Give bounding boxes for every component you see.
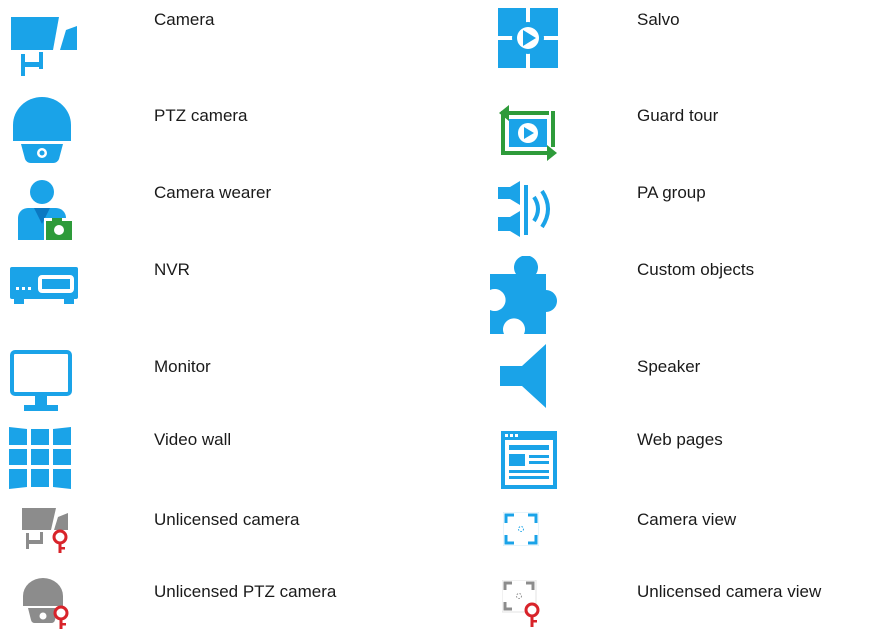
legend-label: Custom objects <box>637 260 755 279</box>
ptz-camera-icon <box>13 97 71 164</box>
legend-label: Monitor <box>154 357 211 376</box>
monitor-icon <box>10 350 72 411</box>
speaker-icon <box>500 344 546 408</box>
legend-label: Video wall <box>154 430 232 449</box>
unlicensed-ptz-camera-icon <box>23 578 69 629</box>
unlicensed-camera-view-icon <box>502 580 540 627</box>
legend-label: Camera wearer <box>154 183 272 202</box>
legend-label: Unlicensed camera <box>154 510 300 529</box>
legend-label: PA group <box>637 183 706 202</box>
legend-label: Unlicensed camera view <box>637 582 822 601</box>
legend-label: Salvo <box>637 10 680 29</box>
legend-label: Unlicensed PTZ camera <box>154 582 337 601</box>
guard-tour-icon <box>499 105 557 161</box>
web-pages-icon <box>501 431 557 489</box>
camera-wearer-icon <box>18 180 74 241</box>
unlicensed-camera-icon <box>22 508 68 553</box>
legend-label: Speaker <box>637 357 701 376</box>
icon-legend: Camera PTZ camera Camera wearer NVR Moni… <box>0 0 871 633</box>
camera-view-icon <box>503 512 539 546</box>
custom-objects-icon <box>490 256 557 334</box>
legend-label: Camera <box>154 10 215 29</box>
legend-label: Guard tour <box>637 106 719 125</box>
legend-label: Web pages <box>637 430 723 449</box>
pa-group-icon <box>498 181 550 237</box>
legend-label: PTZ camera <box>154 106 248 125</box>
video-wall-icon <box>9 427 71 489</box>
camera-icon <box>11 17 77 76</box>
legend-label: NVR <box>154 260 190 279</box>
legend-label: Camera view <box>637 510 737 529</box>
nvr-icon <box>10 267 78 304</box>
salvo-icon <box>498 8 558 68</box>
